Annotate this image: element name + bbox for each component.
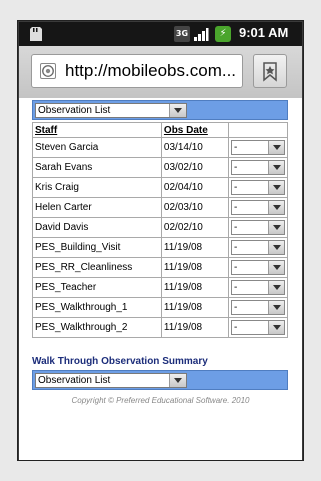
copyright-text: Copyright © Preferred Educational Softwa… [71,396,250,405]
chevron-down-icon [267,281,284,294]
action-cell: - [227,317,289,338]
observation-table: Staff Obs Date Steven Garcia 03/14/10 - … [32,122,289,338]
action-cell: - [227,157,289,178]
chevron-down-icon [169,374,186,387]
staff-cell: Kris Craig [32,177,162,198]
signal-icon [194,28,209,41]
staff-cell: Sarah Evans [32,157,162,178]
date-cell: 02/04/10 [160,177,229,198]
action-select-value: - [233,142,238,153]
action-cell: - [227,277,289,298]
url-text: http://mobileobs.com... [65,61,237,80]
action-select-value: - [233,282,238,293]
staff-cell: Helen Carter [32,197,162,218]
action-cell: - [227,237,289,258]
battery-icon: ⚡ [215,26,231,42]
status-bar: 3G ⚡ 9:01 AM [19,22,302,46]
action-select-value: - [233,322,238,333]
table-row: Kris Craig 02/04/10 - [32,177,289,198]
table-row: PES_Teacher 11/19/08 - [32,277,289,298]
table-header-row: Staff Obs Date [32,122,289,138]
summary-title: Walk Through Observation Summary [32,356,208,367]
bottom-select-bar: Observation List [32,370,288,390]
action-select-value: - [233,162,238,173]
staff-header[interactable]: Staff [32,122,162,138]
table-row: PES_Building_Visit 11/19/08 - [32,237,289,258]
chevron-down-icon [267,221,284,234]
date-cell: 02/02/10 [160,217,229,238]
action-cell: - [227,257,289,278]
action-select-value: - [233,202,238,213]
action-select[interactable]: - [230,180,285,195]
status-time: 9:01 AM [239,25,289,40]
network-3g-icon: 3G [174,26,190,42]
date-cell: 11/19/08 [160,237,229,258]
summary-observation-list-select[interactable]: Observation List [35,373,187,388]
action-select-value: - [233,242,238,253]
table-row: Steven Garcia 03/14/10 - [32,137,289,158]
table-row: David Davis 02/02/10 - [32,217,289,238]
browser-toolbar: http://mobileobs.com... [19,46,302,99]
action-cell: - [227,297,289,318]
date-cell: 02/03/10 [160,197,229,218]
staff-cell: PES_Teacher [32,277,162,298]
action-select[interactable]: - [230,280,285,295]
chevron-down-icon [267,321,284,334]
action-select[interactable]: - [230,160,285,175]
table-row: PES_Walkthrough_2 11/19/08 - [32,317,289,338]
table-row: PES_RR_Cleanliness 11/19/08 - [32,257,289,278]
chevron-down-icon [267,201,284,214]
bookmark-star-icon [263,62,277,82]
action-cell: - [227,197,289,218]
action-select[interactable]: - [230,300,285,315]
action-cell: - [227,137,289,158]
date-cell: 11/19/08 [160,277,229,298]
action-select[interactable]: - [230,140,285,155]
globe-icon [40,63,56,79]
bookmark-button[interactable] [253,54,287,88]
observation-list-select-value: Observation List [38,105,111,116]
chevron-down-icon [169,104,186,117]
obs-date-header[interactable]: Obs Date [160,122,229,138]
url-field[interactable]: http://mobileobs.com... [31,54,243,88]
action-select[interactable]: - [230,220,285,235]
action-select-value: - [233,182,238,193]
chevron-down-icon [267,161,284,174]
top-select-bar: Observation List [32,100,288,120]
table-row: Sarah Evans 03/02/10 - [32,157,289,178]
action-select-value: - [233,222,238,233]
staff-cell: PES_Building_Visit [32,237,162,258]
table-row: Helen Carter 02/03/10 - [32,197,289,218]
action-select-value: - [233,302,238,313]
summary-select-value: Observation List [38,375,111,386]
chevron-down-icon [267,301,284,314]
chevron-down-icon [267,141,284,154]
observation-list-select[interactable]: Observation List [35,103,187,118]
staff-cell: PES_RR_Cleanliness [32,257,162,278]
sd-card-icon [30,27,42,41]
staff-cell: Steven Garcia [32,137,162,158]
date-cell: 11/19/08 [160,257,229,278]
action-header [227,122,289,138]
chevron-down-icon [267,181,284,194]
web-content: Observation List Staff Obs Date Steven G… [19,98,302,460]
staff-cell: David Davis [32,217,162,238]
date-cell: 11/19/08 [160,317,229,338]
action-select[interactable]: - [230,240,285,255]
chevron-down-icon [267,241,284,254]
action-select[interactable]: - [230,320,285,335]
date-cell: 11/19/08 [160,297,229,318]
date-cell: 03/14/10 [160,137,229,158]
action-cell: - [227,217,289,238]
action-cell: - [227,177,289,198]
chevron-down-icon [267,261,284,274]
table-row: PES_Walkthrough_1 11/19/08 - [32,297,289,318]
action-select[interactable]: - [230,260,285,275]
staff-cell: PES_Walkthrough_1 [32,297,162,318]
date-cell: 03/02/10 [160,157,229,178]
action-select-value: - [233,262,238,273]
action-select[interactable]: - [230,200,285,215]
staff-cell: PES_Walkthrough_2 [32,317,162,338]
